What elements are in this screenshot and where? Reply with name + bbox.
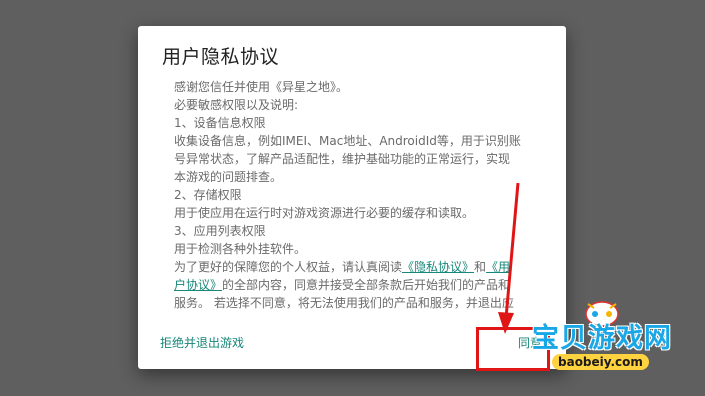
text-line: 用于使应用在运行时对游戏资源进行必要的缓存和读取。: [174, 206, 475, 220]
gamepad-mascot-icon: [585, 301, 619, 327]
text-line: 1、设备信息权限: [174, 116, 266, 130]
text-segment: 的全部内容，同意并接受全部条款后开始我们的产品和: [222, 278, 511, 292]
user-agreement-link-cont[interactable]: 户协议》: [174, 278, 222, 292]
agreement-text[interactable]: 感谢您信任并使用《异星之地》。 必要敏感权限以及说明: 1、设备信息权限 收集设…: [174, 78, 540, 316]
dialog-title: 用户隐私协议: [162, 46, 280, 68]
text-line: 3、应用列表权限: [174, 224, 266, 238]
privacy-dialog: 用户隐私协议 感谢您信任并使用《异星之地》。 必要敏感权限以及说明: 1、设备信…: [138, 26, 566, 369]
text-segment: 为了更好的保障您的个人权益，请认真阅读: [174, 260, 403, 274]
text-line: 本游戏的问题排查。: [174, 170, 283, 184]
text-line: 服务。 若选择不同意，将无法使用我们的产品和服务，并退出应: [174, 296, 514, 310]
text-line: 户协议》的全部内容，同意并接受全部条款后开始我们的产品和: [174, 276, 540, 294]
text-line: 必要敏感权限以及说明:: [174, 98, 299, 112]
text-line: 2、存储权限: [174, 188, 242, 202]
text-line: 号异常状态，了解产品适配性，维护基础功能的正常运行，实现: [174, 152, 511, 166]
text-segment: 和: [474, 260, 487, 274]
text-line: 用于检测各种外挂软件。: [174, 242, 307, 256]
text-line: 感谢您信任并使用《异星之地》。: [174, 80, 349, 94]
user-agreement-link[interactable]: 《用: [486, 260, 510, 274]
watermark-url: baobeiy.com: [552, 354, 649, 370]
text-line: 为了更好的保障您的个人权益，请认真阅读《隐私协议》和《用: [174, 258, 540, 276]
agree-button[interactable]: 同意: [518, 334, 542, 351]
text-line: 收集设备信息，例如IMEI、Mac地址、AndroidId等，用于识别账: [174, 134, 521, 148]
decline-exit-button[interactable]: 拒绝并退出游戏: [160, 334, 244, 351]
privacy-policy-link[interactable]: 《隐私协议》: [402, 260, 474, 274]
